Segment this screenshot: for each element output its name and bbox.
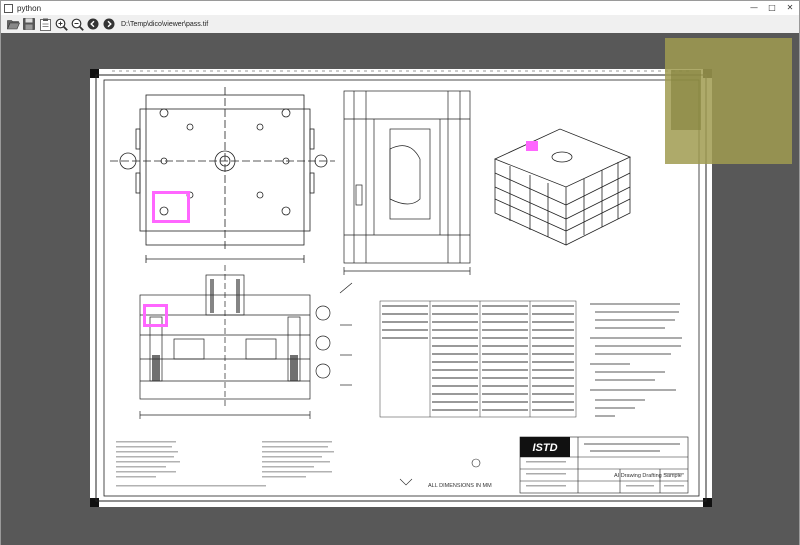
highlight-box-1[interactable] xyxy=(152,191,190,223)
window-controls: — □ ✕ xyxy=(745,1,799,15)
highlight-marker[interactable] xyxy=(526,141,538,151)
folder-open-icon[interactable] xyxy=(6,17,20,31)
drawing-logo: ISTD xyxy=(532,442,557,454)
footer-note: ALL DIMENSIONS IN MM xyxy=(428,483,492,489)
title-bar: python — □ ✕ xyxy=(1,1,799,15)
window-title: python xyxy=(17,3,42,13)
toolbar: D:\Temp\dico\viewer\pass.tif xyxy=(1,15,799,33)
app-window: python — □ ✕ D:\Temp\dico\viewer\pass.ti… xyxy=(0,0,800,545)
zoom-out-icon[interactable] xyxy=(70,17,84,31)
engineering-drawing: ISTD AI Drawing Drafting Sample ALL DIME… xyxy=(90,69,712,507)
zoom-in-icon[interactable] xyxy=(54,17,68,31)
drawing-page: ISTD AI Drawing Drafting Sample ALL DIME… xyxy=(90,69,712,507)
app-icon xyxy=(4,3,13,13)
highlight-box-2[interactable] xyxy=(143,304,168,327)
forward-icon[interactable] xyxy=(102,17,116,31)
image-viewport[interactable]: ISTD AI Drawing Drafting Sample ALL DIME… xyxy=(1,33,799,545)
minimize-button[interactable]: — xyxy=(745,1,763,15)
clipboard-icon[interactable] xyxy=(38,17,52,31)
back-icon[interactable] xyxy=(86,17,100,31)
close-button[interactable]: ✕ xyxy=(781,1,799,15)
overview-panel[interactable] xyxy=(665,38,792,164)
maximize-button[interactable]: □ xyxy=(763,1,781,15)
file-path-label: D:\Temp\dico\viewer\pass.tif xyxy=(121,20,209,28)
overview-viewport-indicator[interactable] xyxy=(671,70,701,130)
save-icon[interactable] xyxy=(22,17,36,31)
